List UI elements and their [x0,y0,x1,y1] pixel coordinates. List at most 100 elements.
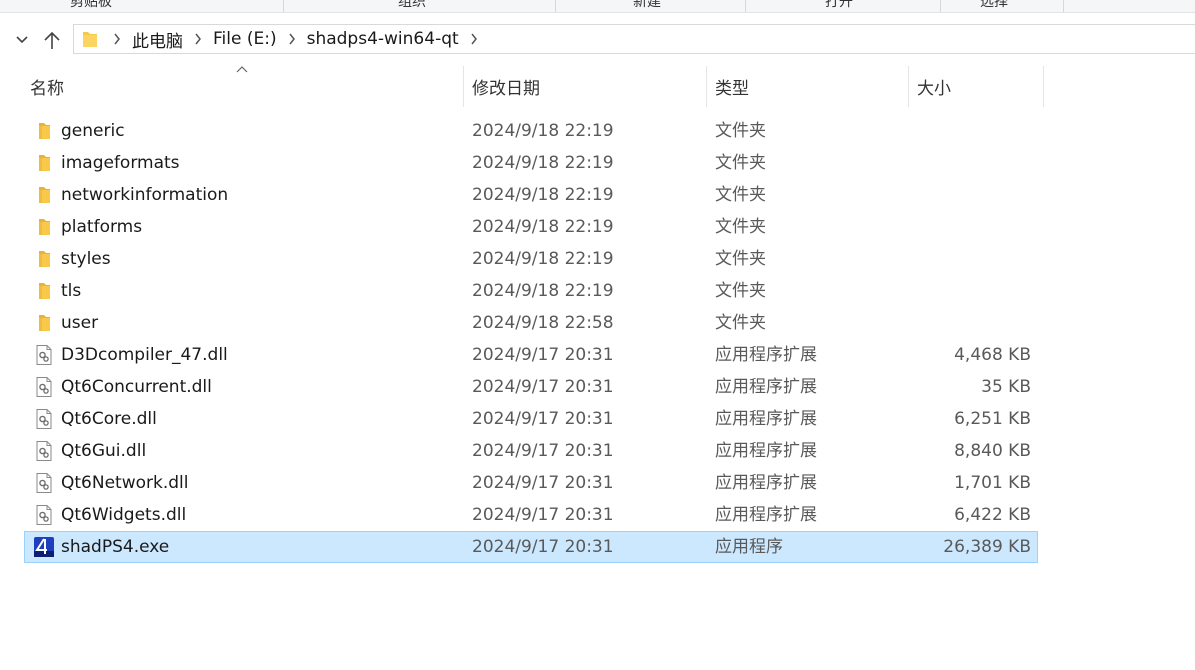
folder-icon [33,152,55,174]
chevron-down-icon [16,36,28,44]
modified-date: 2024/9/17 20:31 [472,473,614,493]
table-row[interactable]: generic 2024/9/18 22:19 文件夹 [24,115,1038,147]
modified-date: 2024/9/18 22:58 [472,313,614,333]
file-name: networkinformation [61,185,229,205]
file-name: user [61,313,99,333]
file-name: Qt6Concurrent.dll [61,377,212,397]
up-button[interactable] [38,26,66,54]
column-header-row: 名称 修改日期 类型 大小 [22,66,1047,107]
column-divider[interactable] [1043,66,1044,107]
dll-file-icon [33,376,55,398]
column-header-name[interactable]: 名称 [22,66,464,107]
table-row[interactable]: Qt6Concurrent.dll 2024/9/17 20:31 应用程序扩展 35… [24,371,1038,403]
ribbon-group-select[interactable]: 选择 [980,0,1008,11]
file-name: tls [61,281,82,301]
table-row[interactable]: user 2024/9/18 22:58 文件夹 [24,307,1038,339]
table-row[interactable]: platforms 2024/9/18 22:19 文件夹 [24,211,1038,243]
table-row[interactable]: Qt6Network.dll 2024/9/17 20:31 应用程序扩展 1,701… [24,467,1038,499]
file-list: generic 2024/9/18 22:19 文件夹 imageformats 202… [24,115,1038,563]
modified-date: 2024/9/18 22:19 [472,185,614,205]
file-type: 应用程序 [715,537,783,557]
dll-file-icon [33,504,55,526]
chevron-right-icon[interactable] [463,33,485,45]
chevron-right-icon[interactable] [281,33,303,45]
file-type: 应用程序扩展 [715,441,817,461]
folder-icon [33,120,55,142]
modified-date: 2024/9/17 20:31 [472,345,614,365]
table-row[interactable]: Qt6Widgets.dll 2024/9/17 20:31 应用程序扩展 6,422… [24,499,1038,531]
column-header-date[interactable]: 修改日期 [464,66,707,107]
file-name: shadPS4.exe [61,537,170,557]
file-type: 应用程序扩展 [715,345,817,365]
table-row[interactable]: D3Dcompiler_47.dll 2024/9/17 20:31 应用程序扩展 4… [24,339,1038,371]
navigation-bar: 此电脑 File (E:) shadps4-win64-qt [0,20,1195,60]
dll-file-icon [33,408,55,430]
modified-date: 2024/9/18 22:19 [472,249,614,269]
file-type: 文件夹 [715,217,766,237]
recent-locations-button[interactable] [8,26,36,54]
file-size: 4,468 KB [954,345,1031,365]
ribbon-group-organize[interactable]: 组织 [398,0,426,11]
file-name: generic [61,121,125,141]
ribbon-group-clipboard[interactable]: 剪贴板 [70,0,112,11]
arrow-up-icon [44,31,60,49]
ribbon-group-new[interactable]: 新建 [633,0,661,11]
column-header-type[interactable]: 类型 [707,66,909,107]
chevron-right-icon[interactable] [106,33,128,45]
file-type: 文件夹 [715,121,766,141]
file-name: Qt6Network.dll [61,473,189,493]
table-row[interactable]: Qt6Core.dll 2024/9/17 20:31 应用程序扩展 6,251 KB [24,403,1038,435]
folder-icon [33,248,55,270]
file-size: 8,840 KB [954,441,1031,461]
ribbon: 剪贴板 组织 新建 打开 选择 [0,0,1195,13]
file-name: D3Dcompiler_47.dll [61,345,228,365]
chevron-right-icon[interactable] [187,33,209,45]
table-row[interactable]: Qt6Gui.dll 2024/9/17 20:31 应用程序扩展 8,840 KB [24,435,1038,467]
file-type: 文件夹 [715,313,766,333]
address-bar[interactable]: 此电脑 File (E:) shadps4-win64-qt [73,24,1195,54]
file-type: 应用程序扩展 [715,505,817,525]
modified-date: 2024/9/18 22:19 [472,281,614,301]
table-row[interactable]: networkinformation 2024/9/18 22:19 文件夹 [24,179,1038,211]
file-name: platforms [61,217,143,237]
modified-date: 2024/9/18 22:19 [472,121,614,141]
folder-icon [33,280,55,302]
modified-date: 2024/9/17 20:31 [472,409,614,429]
file-name: Qt6Gui.dll [61,441,147,461]
file-name: Qt6Widgets.dll [61,505,187,525]
column-header-label: 名称 [30,79,64,99]
column-header-label: 修改日期 [472,79,540,99]
breadcrumb-folder[interactable]: shadps4-win64-qt [303,29,463,49]
table-row-selected[interactable]: shadPS4.exe 2024/9/17 20:31 应用程序 26,389 KB [24,531,1038,563]
ribbon-group-open[interactable]: 打开 [825,0,853,11]
file-type: 应用程序扩展 [715,377,817,397]
breadcrumb-drive[interactable]: File (E:) [209,29,281,49]
dll-file-icon [33,344,55,366]
file-name: imageformats [61,153,180,173]
table-row[interactable]: imageformats 2024/9/18 22:19 文件夹 [24,147,1038,179]
file-size: 6,251 KB [954,409,1031,429]
ribbon-divider [745,0,746,12]
column-header-size[interactable]: 大小 [909,66,1044,107]
table-row[interactable]: tls 2024/9/18 22:19 文件夹 [24,275,1038,307]
file-size: 1,701 KB [954,473,1031,493]
modified-date: 2024/9/17 20:31 [472,505,614,525]
file-type: 文件夹 [715,153,766,173]
ribbon-divider [1063,0,1064,12]
file-size: 35 KB [981,377,1031,397]
breadcrumb-this-pc[interactable]: 此电脑 [128,27,187,52]
table-row[interactable]: styles 2024/9/18 22:19 文件夹 [24,243,1038,275]
folder-icon [83,32,97,47]
modified-date: 2024/9/17 20:31 [472,441,614,461]
column-header-label: 大小 [917,79,951,99]
folder-icon [33,216,55,238]
modified-date: 2024/9/17 20:31 [472,537,614,557]
file-name: styles [61,249,111,269]
file-type: 应用程序扩展 [715,409,817,429]
file-size: 6,422 KB [954,505,1031,525]
folder-icon [33,312,55,334]
modified-date: 2024/9/18 22:19 [472,153,614,173]
ribbon-divider [940,0,941,12]
dll-file-icon [33,440,55,462]
file-name: Qt6Core.dll [61,409,157,429]
